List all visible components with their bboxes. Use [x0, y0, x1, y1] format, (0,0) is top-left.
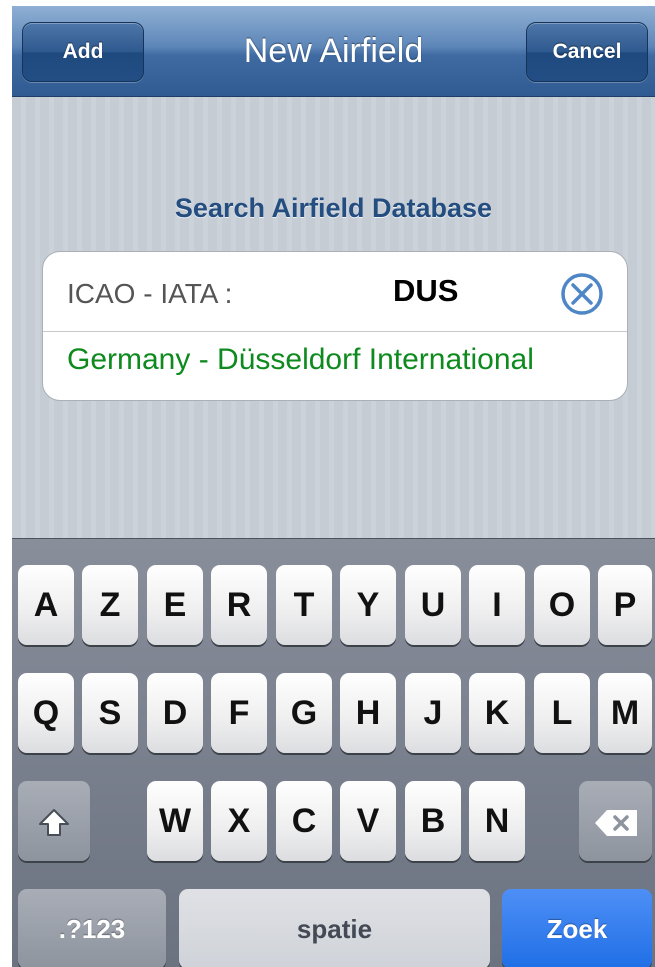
section-header: Search Airfield Database	[174, 193, 493, 223]
space-key[interactable]: spatie	[179, 889, 490, 967]
key-t[interactable]: T	[276, 565, 332, 645]
key-q[interactable]: Q	[18, 673, 74, 753]
row-divider	[43, 331, 627, 332]
key-u[interactable]: U	[405, 565, 461, 645]
key-h[interactable]: H	[340, 673, 396, 753]
key-l[interactable]: L	[534, 673, 590, 753]
app-screen: Add New Airfield Cancel Search Airfield …	[12, 6, 655, 967]
key-i[interactable]: I	[469, 565, 525, 645]
key-b[interactable]: B	[405, 781, 461, 861]
key-a[interactable]: A	[18, 565, 74, 645]
key-x[interactable]: X	[211, 781, 267, 861]
key-w[interactable]: W	[147, 781, 203, 861]
key-o[interactable]: O	[534, 565, 590, 645]
key-k[interactable]: K	[469, 673, 525, 753]
key-s[interactable]: S	[82, 673, 138, 753]
backspace-key[interactable]	[579, 781, 652, 861]
backspace-icon	[593, 802, 639, 840]
icao-iata-input[interactable]: DUS	[393, 273, 458, 309]
key-n[interactable]: N	[469, 781, 525, 861]
navigation-bar: Add New Airfield Cancel	[12, 6, 655, 97]
shift-key[interactable]	[18, 781, 90, 861]
key-z[interactable]: Z	[82, 565, 138, 645]
key-g[interactable]: G	[276, 673, 332, 753]
key-d[interactable]: D	[147, 673, 203, 753]
key-f[interactable]: F	[211, 673, 267, 753]
numbers-key[interactable]: .?123	[18, 889, 166, 967]
key-r[interactable]: R	[211, 565, 267, 645]
key-p[interactable]: P	[598, 565, 652, 645]
cancel-button[interactable]: Cancel	[526, 22, 648, 82]
shift-icon	[37, 802, 71, 840]
key-e[interactable]: E	[147, 565, 203, 645]
clear-icon[interactable]	[560, 272, 604, 316]
search-card: ICAO - IATA : DUS Germany - Düsseldorf I…	[42, 251, 628, 401]
search-result[interactable]: Germany - Düsseldorf International	[67, 343, 534, 377]
keyboard: A Z E R T Y U I O P Q S D F G H J K L M …	[12, 538, 655, 967]
key-j[interactable]: J	[405, 673, 461, 753]
key-c[interactable]: C	[276, 781, 332, 861]
search-section: Search Airfield Database ICAO - IATA : D…	[12, 97, 655, 538]
search-return-key[interactable]: Zoek	[502, 889, 652, 967]
key-m[interactable]: M	[598, 673, 652, 753]
key-v[interactable]: V	[340, 781, 396, 861]
icao-iata-label: ICAO - IATA :	[67, 278, 233, 309]
key-y[interactable]: Y	[340, 565, 396, 645]
